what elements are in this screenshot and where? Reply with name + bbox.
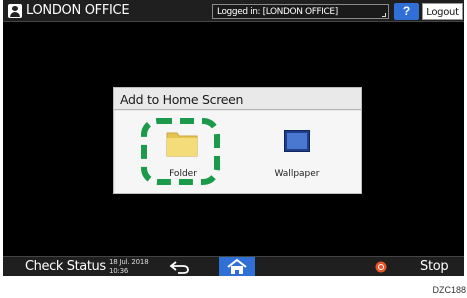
dialog-divider bbox=[114, 109, 361, 110]
wallpaper-option[interactable]: Wallpaper bbox=[263, 125, 331, 185]
home-button[interactable] bbox=[219, 257, 255, 276]
home-icon bbox=[227, 258, 247, 274]
time-text: 10:36 bbox=[109, 267, 129, 275]
user-icon bbox=[8, 4, 22, 18]
help-button[interactable]: ? bbox=[394, 3, 419, 20]
date-text: 18 Jul. 2018 bbox=[109, 258, 149, 266]
stop-button[interactable]: Stop bbox=[420, 258, 449, 276]
login-status-box[interactable]: Logged in: [LONDON OFFICE] bbox=[212, 4, 389, 19]
bottom-bar: Check Status 18 Jul. 2018 10:36 Stop bbox=[3, 256, 464, 276]
logout-button[interactable]: Logout bbox=[422, 3, 463, 20]
top-bar: LONDON OFFICE Logged in: [LONDON OFFICE]… bbox=[3, 0, 464, 22]
check-status-button[interactable]: Check Status bbox=[25, 258, 106, 276]
dialog-title: Add to Home Screen bbox=[120, 92, 244, 107]
expand-corner-icon bbox=[382, 13, 386, 17]
highlight-marker bbox=[141, 118, 220, 185]
office-title: LONDON OFFICE bbox=[26, 3, 130, 18]
back-arrow-icon[interactable] bbox=[167, 259, 193, 275]
figure-code: DZC188 bbox=[432, 285, 466, 295]
stop-icon[interactable] bbox=[375, 261, 387, 273]
device-screen: LONDON OFFICE Logged in: [LONDON OFFICE]… bbox=[3, 0, 464, 276]
date-time-display: 18 Jul. 2018 10:36 bbox=[109, 258, 149, 276]
wallpaper-label: Wallpaper bbox=[274, 169, 320, 179]
login-status-text: Logged in: [LONDON OFFICE] bbox=[217, 7, 338, 17]
wallpaper-icon bbox=[284, 130, 310, 152]
